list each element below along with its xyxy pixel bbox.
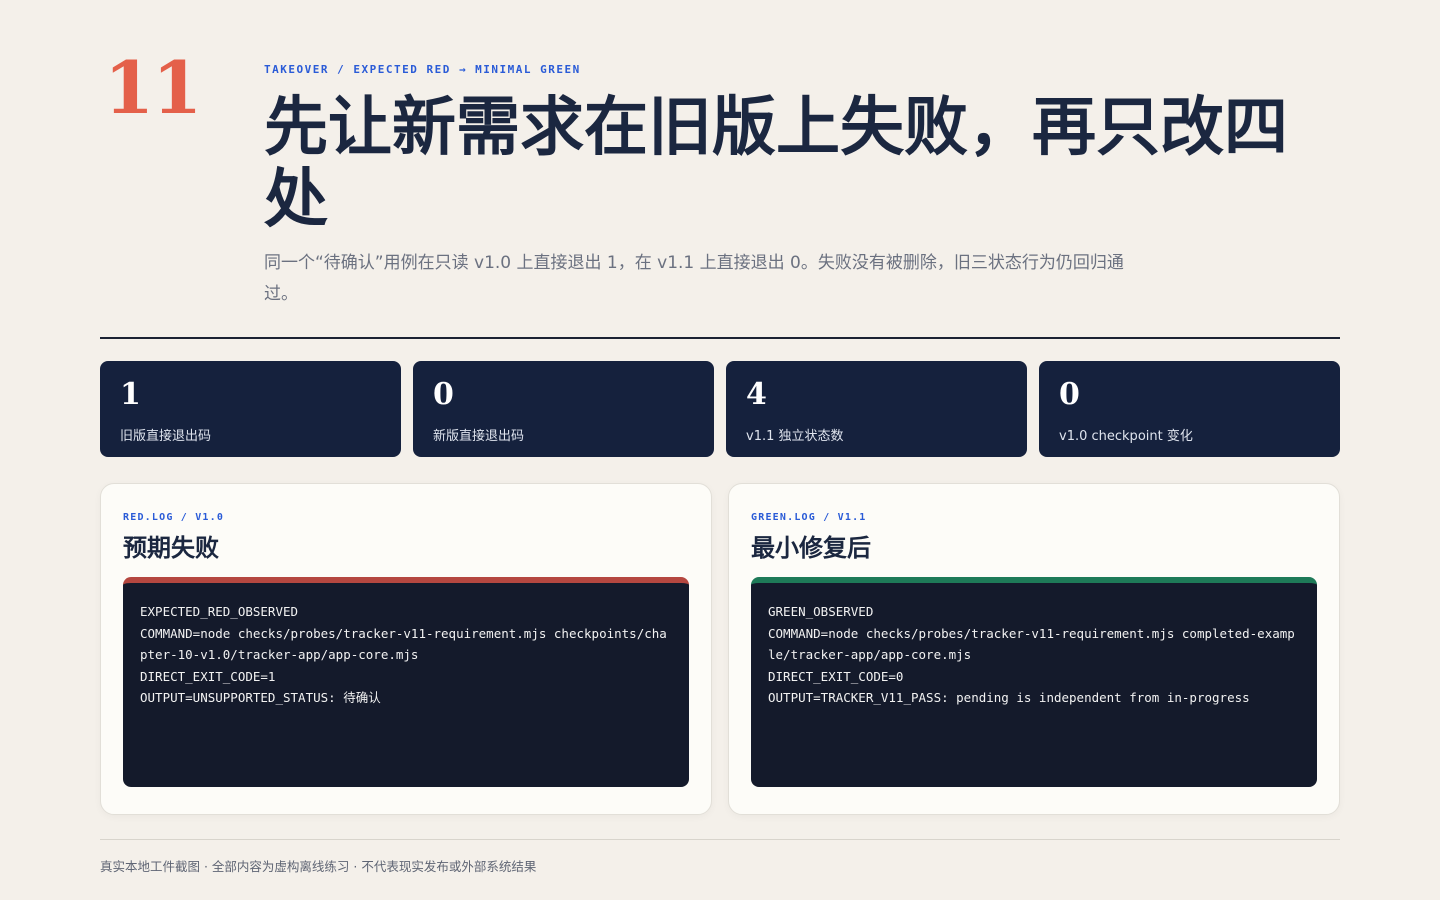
panel-kicker: RED.LOG / V1.0 [123,512,225,523]
footer-note: 真实本地工件截图 · 全部内容为虚构离线练习 · 不代表现实发布或外部系统结果 [100,859,537,874]
red-log-panel: RED.LOG / V1.0 预期失败 EXPECTED_RED_OBSERVE… [100,483,712,815]
stat-value: 0 [433,377,454,412]
stat-card-new-exit-code: 0 新版直接退出码 [413,361,714,457]
slide-kicker: TAKEOVER / EXPECTED RED → MINIMAL GREEN [264,63,581,76]
stat-value: 1 [120,377,141,412]
red-log-output: EXPECTED_RED_OBSERVED COMMAND=node check… [123,577,689,787]
stat-row: 1 旧版直接退出码 0 新版直接退出码 4 v1.1 独立状态数 0 v1.0 … [100,361,1340,457]
stat-card-status-count: 4 v1.1 独立状态数 [726,361,1027,457]
stat-value: 0 [1059,377,1080,412]
header-divider [100,337,1340,339]
log-panels: RED.LOG / V1.0 预期失败 EXPECTED_RED_OBSERVE… [100,483,1340,815]
slide-subtitle: 同一个“待确认”用例在只读 v1.0 上直接退出 1，在 v1.1 上直接退出 … [264,253,1124,304]
stat-card-old-exit-code: 1 旧版直接退出码 [100,361,401,457]
stat-label: v1.0 checkpoint 变化 [1059,429,1193,444]
stat-card-checkpoint-changes: 0 v1.0 checkpoint 变化 [1039,361,1340,457]
footer-divider [100,839,1340,840]
stat-label: 旧版直接退出码 [120,429,212,444]
stat-label: v1.1 独立状态数 [746,429,844,444]
panel-title: 预期失败 [123,533,219,562]
slide-title: 先让新需求在旧版上失败，再只改四处 [264,90,1288,237]
stat-value: 4 [746,377,767,412]
green-log-panel: GREEN.LOG / V1.1 最小修复后 GREEN_OBSERVED CO… [728,483,1340,815]
stat-label: 新版直接退出码 [433,429,525,444]
green-log-output: GREEN_OBSERVED COMMAND=node checks/probe… [751,577,1317,787]
slide-number: 11 [104,45,202,130]
panel-title: 最小修复后 [751,533,871,562]
panel-kicker: GREEN.LOG / V1.1 [751,512,867,523]
